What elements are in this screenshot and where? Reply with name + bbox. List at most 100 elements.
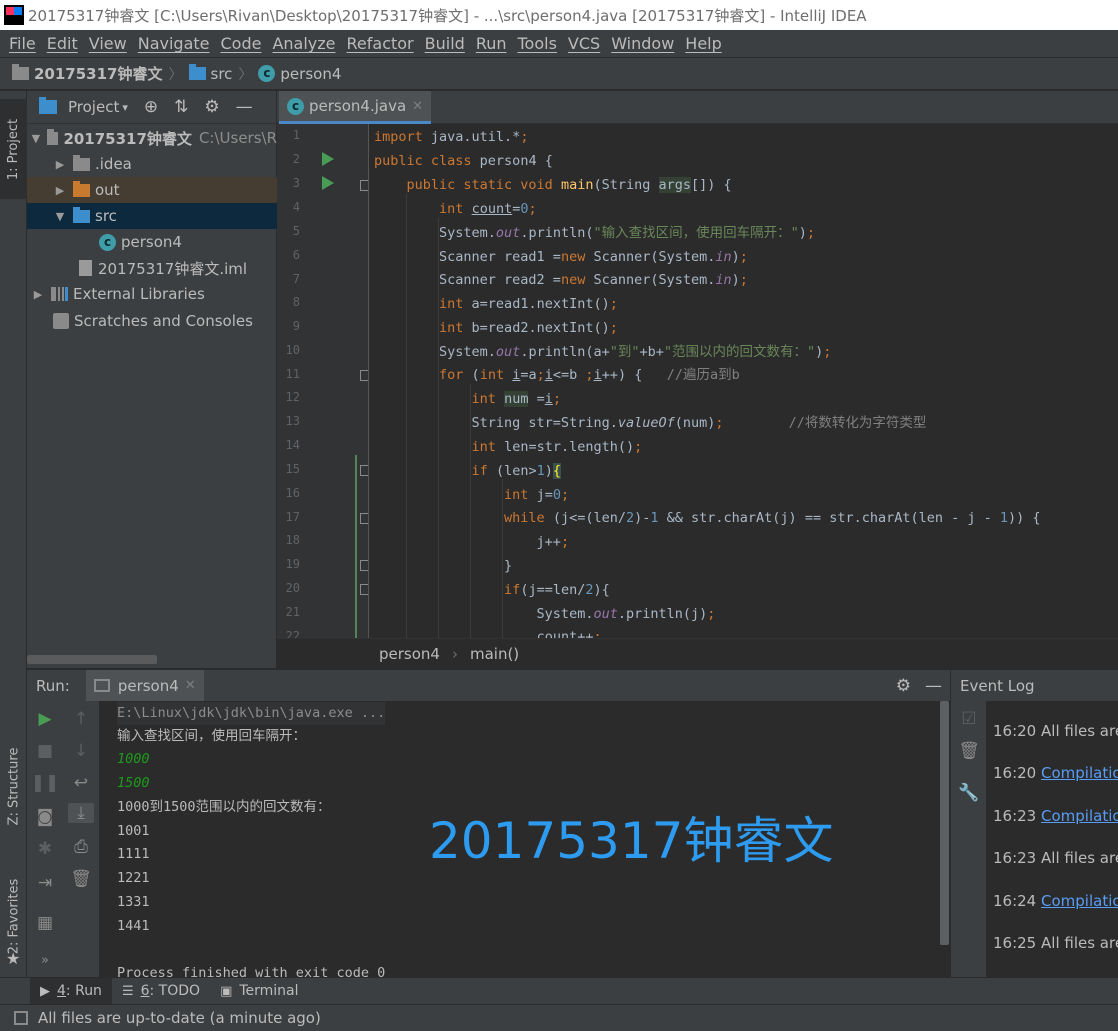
bottom-tab-run[interactable]: ▶ 4: Run [30, 977, 112, 1005]
fold-marker-icon[interactable] [360, 560, 368, 571]
fold-marker-icon[interactable] [360, 465, 368, 476]
wrench-icon[interactable]: 🔧 [951, 783, 987, 803]
menu-analyze[interactable]: Analyze [270, 34, 337, 53]
code-line: j++; [374, 534, 570, 550]
console-input-line: 1500 [117, 775, 150, 791]
menu-view[interactable]: View [87, 34, 129, 53]
tree-item-out[interactable]: ▶ out [27, 177, 277, 203]
more-icon[interactable]: » [27, 953, 63, 968]
event-link[interactable]: Compilatio [1041, 764, 1118, 782]
editor-tab-person4[interactable]: c person4.java ✕ [279, 91, 432, 124]
scrollbar-thumb[interactable] [940, 701, 949, 945]
close-icon[interactable]: ✕ [185, 678, 196, 693]
tool-tab-structure[interactable]: Z: Structure [0, 731, 27, 841]
console-line: 1221 [117, 870, 150, 886]
bottom-tab-todo[interactable]: ☰ 6: TODO [112, 978, 210, 1005]
intellij-logo-icon [4, 5, 24, 25]
star-icon[interactable]: ★ [6, 949, 20, 968]
tool-tab-project-label: 1: Project [6, 118, 22, 180]
event-link[interactable]: Compilatio [1041, 892, 1118, 910]
arrow-up-icon[interactable]: ↑ [63, 709, 99, 729]
run-main-icon[interactable] [322, 176, 334, 190]
pause-icon[interactable]: ❚❚ [27, 773, 63, 793]
line-number: 4 [292, 200, 300, 214]
console-scrollbar[interactable] [939, 701, 950, 977]
collapsed-arrow-icon: ▶ [55, 157, 65, 171]
horizontal-scrollbar[interactable] [27, 655, 157, 664]
code-line: int count=0; [439, 201, 537, 217]
bottom-tab-number: 6 [140, 983, 150, 999]
line-number: 3 [292, 176, 300, 190]
menu-file[interactable]: File [7, 34, 38, 53]
menu-help[interactable]: Help [683, 34, 723, 53]
menu-window[interactable]: Window [609, 34, 676, 53]
event-link[interactable]: Compilatio [1041, 807, 1118, 825]
menu-code[interactable]: Code [219, 34, 264, 53]
fold-marker-icon[interactable] [360, 180, 368, 191]
tree-item-src[interactable]: ▼ src [27, 203, 277, 229]
code-line: if (len>1){ [471, 463, 562, 479]
tool-tab-project[interactable]: 1: Project [0, 99, 27, 199]
code-editor[interactable]: import java.util.*; public class person4… [369, 124, 1118, 638]
locate-icon[interactable]: ⊕ [144, 97, 158, 117]
menu-refactor[interactable]: Refactor [345, 34, 416, 53]
mark-read-icon[interactable]: ☑ [951, 709, 987, 729]
arrow-down-icon[interactable]: ↓ [63, 741, 99, 761]
run-console[interactable]: E:\Linux\jdk\jdk\bin\java.exe ... 输入查找区间… [101, 701, 939, 977]
tree-item-idea[interactable]: ▶ .idea [27, 151, 277, 177]
tree-item-label: Scratches and Consoles [74, 312, 253, 330]
menu-build[interactable]: Build [423, 34, 467, 53]
stop-icon[interactable]: ■ [27, 741, 63, 761]
tree-item-external-libraries[interactable]: ▶ External Libraries [27, 281, 277, 307]
trash-icon[interactable]: 🗑 [63, 869, 99, 889]
menu-vcs[interactable]: VCS [566, 34, 602, 53]
nav-crumb-project[interactable]: 20175317钟睿文 [12, 63, 163, 84]
breadcrumb-method[interactable]: main() [470, 645, 519, 663]
gear-icon[interactable]: ⚙ [204, 97, 219, 117]
camera-icon[interactable]: ◙ [27, 807, 63, 827]
fold-marker-icon[interactable] [360, 584, 368, 595]
toggle-tool-windows-icon[interactable] [14, 1011, 28, 1025]
collapse-all-icon[interactable]: ⇅ [174, 97, 188, 117]
java-class-icon: c [258, 65, 276, 82]
nav-crumb-file[interactable]: c person4 [258, 65, 341, 83]
soft-wrap-icon[interactable]: ↩ [63, 773, 99, 793]
project-view-selector[interactable]: Project [68, 98, 119, 116]
tree-item-scratches[interactable]: Scratches and Consoles [27, 308, 277, 334]
rerun-icon[interactable]: ▶ [27, 709, 63, 729]
menu-run[interactable]: Run [474, 34, 509, 53]
menu-tools[interactable]: Tools [516, 34, 559, 53]
fold-marker-icon[interactable] [360, 370, 368, 381]
fold-marker-icon[interactable] [360, 513, 368, 524]
scroll-to-end-icon[interactable]: ⤓ [68, 803, 94, 823]
tree-item-person4[interactable]: c person4 [27, 229, 277, 255]
run-tab-person4[interactable]: person4 ✕ [85, 670, 204, 701]
login-icon[interactable]: ⇥ [27, 873, 63, 893]
menu-edit[interactable]: Edit [45, 34, 80, 53]
event-log-entry: 16:20 All files are [993, 719, 1118, 743]
nav-crumb-project-label: 20175317钟睿文 [34, 65, 163, 83]
bottom-tab-terminal[interactable]: ▣ Terminal [210, 978, 308, 1005]
line-number: 5 [292, 224, 300, 238]
minimize-icon[interactable]: — [236, 97, 253, 117]
code-line: String str=String.valueOf(num); //将数转化为字… [374, 415, 927, 431]
console-icon [93, 679, 110, 692]
trash-icon[interactable]: 🗑 [951, 741, 987, 761]
run-class-icon[interactable] [322, 152, 334, 166]
code-line: public static void main(String args[]) { [406, 177, 732, 193]
breadcrumb-class[interactable]: person4 [379, 645, 440, 663]
console-command-line: E:\Linux\jdk\jdk\bin\java.exe ... [117, 702, 386, 725]
nav-crumb-src[interactable]: src [188, 64, 232, 83]
settings-icon[interactable]: ✱ [27, 839, 63, 859]
tree-item-iml[interactable]: 20175317钟睿文.iml [27, 255, 277, 281]
print-icon[interactable]: ⎙ [63, 837, 99, 857]
minimize-icon[interactable]: — [925, 676, 942, 696]
layout-icon[interactable]: ▦ [27, 913, 63, 933]
gear-icon[interactable]: ⚙ [896, 676, 911, 696]
menu-navigate[interactable]: Navigate [136, 34, 212, 53]
editor-tab-label: person4.java [309, 97, 407, 115]
tree-item-project-root[interactable]: ▼ 20175317钟睿文 C:\Users\R [27, 125, 277, 151]
close-icon[interactable]: ✕ [412, 99, 423, 114]
project-view-icon [39, 97, 57, 114]
run-toolbar-primary: ▶ ■ ❚❚ ◙ ✱ ⇥ ▦ » [27, 701, 63, 977]
